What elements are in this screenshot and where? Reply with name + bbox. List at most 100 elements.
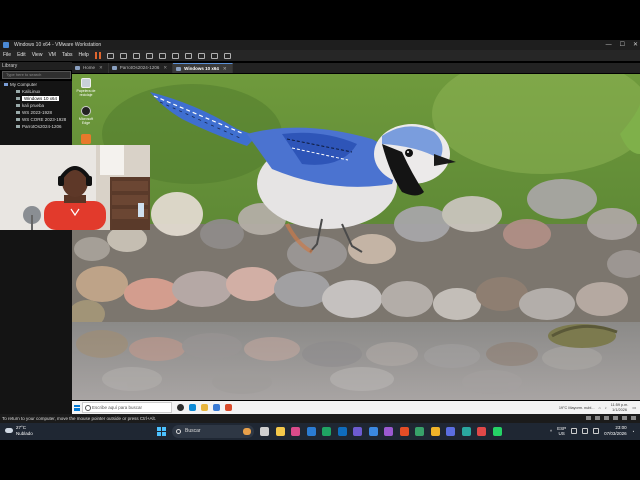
volume-icon[interactable] (582, 428, 589, 434)
desktop-icon-recycle-bin[interactable]: Papelera de reciclaje (75, 78, 97, 104)
vm-icon (16, 111, 20, 114)
onenote-icon[interactable] (384, 427, 393, 436)
store-icon[interactable] (337, 427, 347, 436)
menu-help[interactable]: Help (79, 50, 89, 61)
vm-icon (16, 104, 20, 107)
cd-icon[interactable] (595, 416, 600, 420)
tab-home[interactable]: Home ✕ (72, 63, 109, 73)
teams-icon[interactable] (353, 427, 362, 436)
full-screen-icon[interactable] (184, 52, 192, 59)
vmware-taskbar-icon[interactable] (415, 427, 424, 436)
close-tab-icon[interactable]: ✕ (99, 65, 103, 70)
hdd-icon[interactable] (586, 416, 591, 420)
edge-icon[interactable] (322, 427, 331, 436)
network-adapter-icon[interactable] (604, 416, 609, 420)
thumbnail-bar-icon[interactable] (171, 52, 179, 59)
tab-parrotos[interactable]: ParrotOs2024-1206 ✕ (109, 63, 174, 73)
window-controls: — ☐ ✕ (606, 40, 638, 50)
vm-tab-icon (176, 67, 182, 71)
host-weather-widget[interactable]: 27°C Nublado (5, 425, 33, 436)
host-start-button[interactable] (157, 427, 166, 436)
media-icon[interactable] (477, 427, 486, 436)
whatsapp-icon[interactable] (492, 427, 502, 436)
maximize-button[interactable]: ☐ (620, 40, 625, 50)
guest-clock[interactable]: 11:59 p.m. 1/1/2026 (611, 403, 629, 412)
guest-start-button[interactable] (72, 401, 82, 414)
pause-icon[interactable] (94, 52, 101, 59)
display-icon[interactable] (631, 416, 636, 420)
usb-icon[interactable] (613, 416, 618, 420)
volume-icon[interactable]: ♪ (605, 406, 607, 410)
screen: Windows 10 x64 - VMware Workstation — ☐ … (0, 0, 640, 480)
terminal-icon[interactable] (461, 427, 471, 436)
host-search-input[interactable]: Buscar (172, 425, 254, 438)
menu-vm[interactable]: VM (48, 50, 56, 61)
task-view-icon[interactable] (177, 404, 184, 411)
menu-view[interactable]: View (32, 50, 43, 61)
edge-taskbar-icon[interactable] (189, 404, 196, 411)
menu-edit[interactable]: Edit (17, 50, 26, 61)
photos-icon[interactable] (291, 427, 300, 436)
computer-icon (4, 83, 8, 86)
snapshot-icon[interactable] (119, 52, 127, 59)
weather-desc: Nublado (16, 430, 33, 436)
unity-icon[interactable] (197, 52, 205, 59)
tree-item-kalilinux[interactable]: KaliLinux (0, 88, 72, 95)
device-status-icons (586, 414, 636, 420)
wifi-icon[interactable] (571, 428, 578, 434)
stretch-guest-icon[interactable] (223, 52, 231, 59)
tree-item-windows10[interactable]: Windows 10 x64 (0, 95, 72, 102)
notification-bell-icon[interactable]: ◔ (632, 429, 635, 434)
tree-item-parrotos[interactable]: ParrotOs2024-1206 (0, 123, 72, 130)
tree-root-my-computer[interactable]: My Computer (0, 81, 72, 88)
tree-item-kali-prueba[interactable]: kali prueba (0, 102, 72, 109)
vm-icon (16, 97, 20, 100)
network-icon[interactable]: ⌂ (599, 406, 601, 410)
guest-weather[interactable]: 19°C Mayorm. nubl... (559, 406, 595, 410)
tree-item-ws-core[interactable]: WS CORE 2023-1928 (0, 116, 72, 123)
library-search-input[interactable]: Type here to search (2, 71, 71, 79)
desktop-icon-edge[interactable]: Microsoft Edge (75, 106, 97, 132)
edge-icon (81, 106, 91, 116)
notifications-icon[interactable]: ▭ (632, 405, 636, 410)
word-icon[interactable] (446, 427, 455, 436)
guest-search-input[interactable]: Escribe aquí para buscar (82, 402, 172, 413)
search-icon (176, 429, 181, 434)
snapshot-manager-icon[interactable] (145, 52, 153, 59)
minimize-button[interactable]: — (606, 40, 612, 50)
file-explorer-icon[interactable] (275, 427, 285, 436)
tree-item-ws2023[interactable]: WS 2023-1928 (0, 109, 72, 116)
chrome-icon[interactable] (399, 427, 409, 436)
notes-icon[interactable] (430, 427, 440, 436)
show-library-icon[interactable] (158, 52, 166, 59)
status-hint: To return to your computer, move the mou… (2, 416, 156, 421)
host-tray: ^ ESP US 23:00 07/03/2026 ◔ (550, 425, 634, 437)
task-view-icon[interactable] (260, 427, 269, 436)
sound-icon[interactable] (622, 416, 627, 420)
close-button[interactable]: ✕ (633, 40, 638, 50)
vm-tabs: Home ✕ ParrotOs2024-1206 ✕ Windows 10 x64 ✕ (72, 63, 640, 73)
file-explorer-icon[interactable] (201, 404, 208, 411)
host-taskbar: 27°C Nublado Buscar ^ ESP US 23:00 07/03… (0, 423, 640, 440)
webcam-overlay (0, 145, 150, 230)
close-tab-icon[interactable]: ✕ (163, 65, 167, 70)
revert-snapshot-icon[interactable] (132, 52, 140, 59)
tab-windows10[interactable]: Windows 10 x64 ✕ (173, 63, 233, 73)
menu-tabs[interactable]: Tabs (62, 50, 73, 61)
language-indicator[interactable]: ESP US (557, 426, 566, 436)
office-icon[interactable] (225, 404, 232, 411)
avast-icon (81, 134, 91, 144)
outlook-icon[interactable] (306, 427, 316, 436)
search-highlight-icon (243, 428, 251, 435)
close-tab-icon[interactable]: ✕ (223, 66, 227, 71)
send-ctrl-alt-del-icon[interactable] (106, 52, 114, 59)
battery-icon[interactable] (593, 428, 600, 434)
guest-screen[interactable]: Papelera de reciclaje Microsoft Edge Ava… (72, 74, 640, 414)
console-view-icon[interactable] (210, 52, 218, 59)
menu-file[interactable]: File (3, 50, 11, 61)
tray-overflow-icon[interactable]: ^ (550, 429, 552, 434)
home-icon (75, 66, 80, 70)
store-icon[interactable] (213, 404, 220, 411)
mail-icon[interactable] (368, 427, 378, 436)
host-clock[interactable]: 23:00 07/03/2026 (604, 425, 627, 437)
